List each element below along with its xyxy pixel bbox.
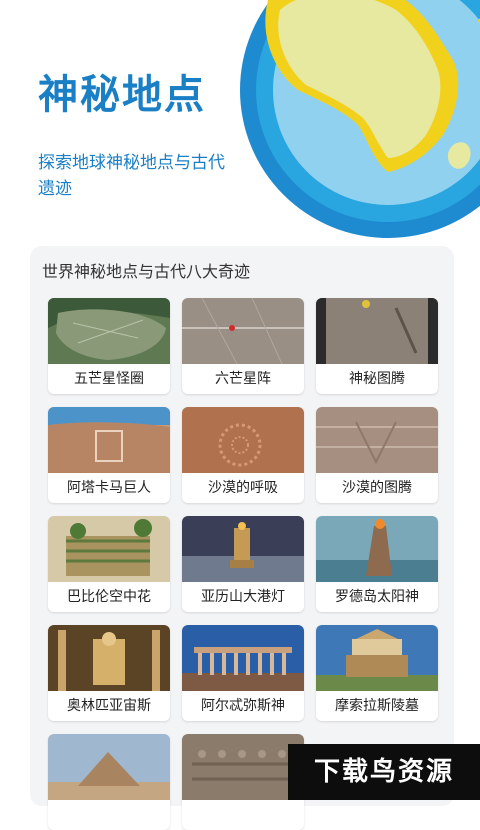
place-card-olympia-zeus[interactable]: 奥林匹亚宙斯: [48, 625, 170, 721]
place-card-pentagram-circle[interactable]: 五芒星怪圈: [48, 298, 170, 394]
place-thumbnail: [48, 734, 170, 800]
place-thumbnail: [182, 298, 304, 364]
place-label: 六芒星阵: [215, 371, 271, 387]
watermark-logo: 下载鸟资源: [288, 744, 480, 800]
place-card-desert-breath[interactable]: 沙漠的呼吸: [182, 407, 304, 503]
place-label: 五芒星怪圈: [74, 371, 144, 387]
place-label: 阿塔卡马巨人: [67, 480, 151, 496]
place-thumbnail: [182, 625, 304, 691]
place-card-colossus-rhodes[interactable]: 罗德岛太阳神: [316, 516, 438, 612]
place-label: [48, 800, 170, 830]
place-card-desert-totem[interactable]: 沙漠的图腾: [316, 407, 438, 503]
place-label: 阿尔忒弥斯神: [201, 698, 285, 714]
page-subtitle: 探索地球神秘地点与古代遗迹: [38, 153, 225, 199]
place-card-hexagram[interactable]: 六芒星阵: [182, 298, 304, 394]
section-title: 世界神秘地点与古代八大奇迹: [42, 262, 251, 281]
place-label: 奥林匹亚宙斯: [67, 698, 151, 714]
place-label: 巴比伦空中花: [67, 589, 151, 605]
place-card-atacama-giant[interactable]: 阿塔卡马巨人: [48, 407, 170, 503]
place-thumbnail: [316, 625, 438, 691]
place-thumbnail: [48, 298, 170, 364]
place-card-mystery-totem[interactable]: 神秘图腾: [316, 298, 438, 394]
place-card-terracotta[interactable]: [182, 734, 304, 830]
place-label: 亚历山大港灯: [201, 589, 285, 605]
place-thumbnail: [182, 516, 304, 582]
place-label: [182, 800, 304, 830]
globe-illustration: [240, 0, 480, 238]
place-thumbnail: [48, 516, 170, 582]
place-thumbnail: [316, 298, 438, 364]
place-thumbnail: [182, 407, 304, 473]
place-label: 神秘图腾: [349, 371, 405, 387]
place-label: 沙漠的呼吸: [208, 480, 278, 496]
place-card-artemis-temple[interactable]: 阿尔忒弥斯神: [182, 625, 304, 721]
place-label: 摩索拉斯陵墓: [335, 698, 419, 714]
place-thumbnail: [182, 734, 304, 800]
place-label: 罗德岛太阳神: [335, 589, 419, 605]
place-label: 沙漠的图腾: [342, 480, 412, 496]
place-thumbnail: [48, 407, 170, 473]
page-title: 神秘地点: [38, 72, 206, 118]
place-card-babylon-gardens[interactable]: 巴比伦空中花: [48, 516, 170, 612]
place-card-pyramid[interactable]: [48, 734, 170, 830]
place-thumbnail: [48, 625, 170, 691]
place-card-alexandria-lighthouse[interactable]: 亚历山大港灯: [182, 516, 304, 612]
hero-banner: 神秘地点 探索地球神秘地点与古代遗迹: [0, 0, 480, 240]
place-thumbnail: [316, 407, 438, 473]
place-card-mausoleum[interactable]: 摩索拉斯陵墓: [316, 625, 438, 721]
place-thumbnail: [316, 516, 438, 582]
